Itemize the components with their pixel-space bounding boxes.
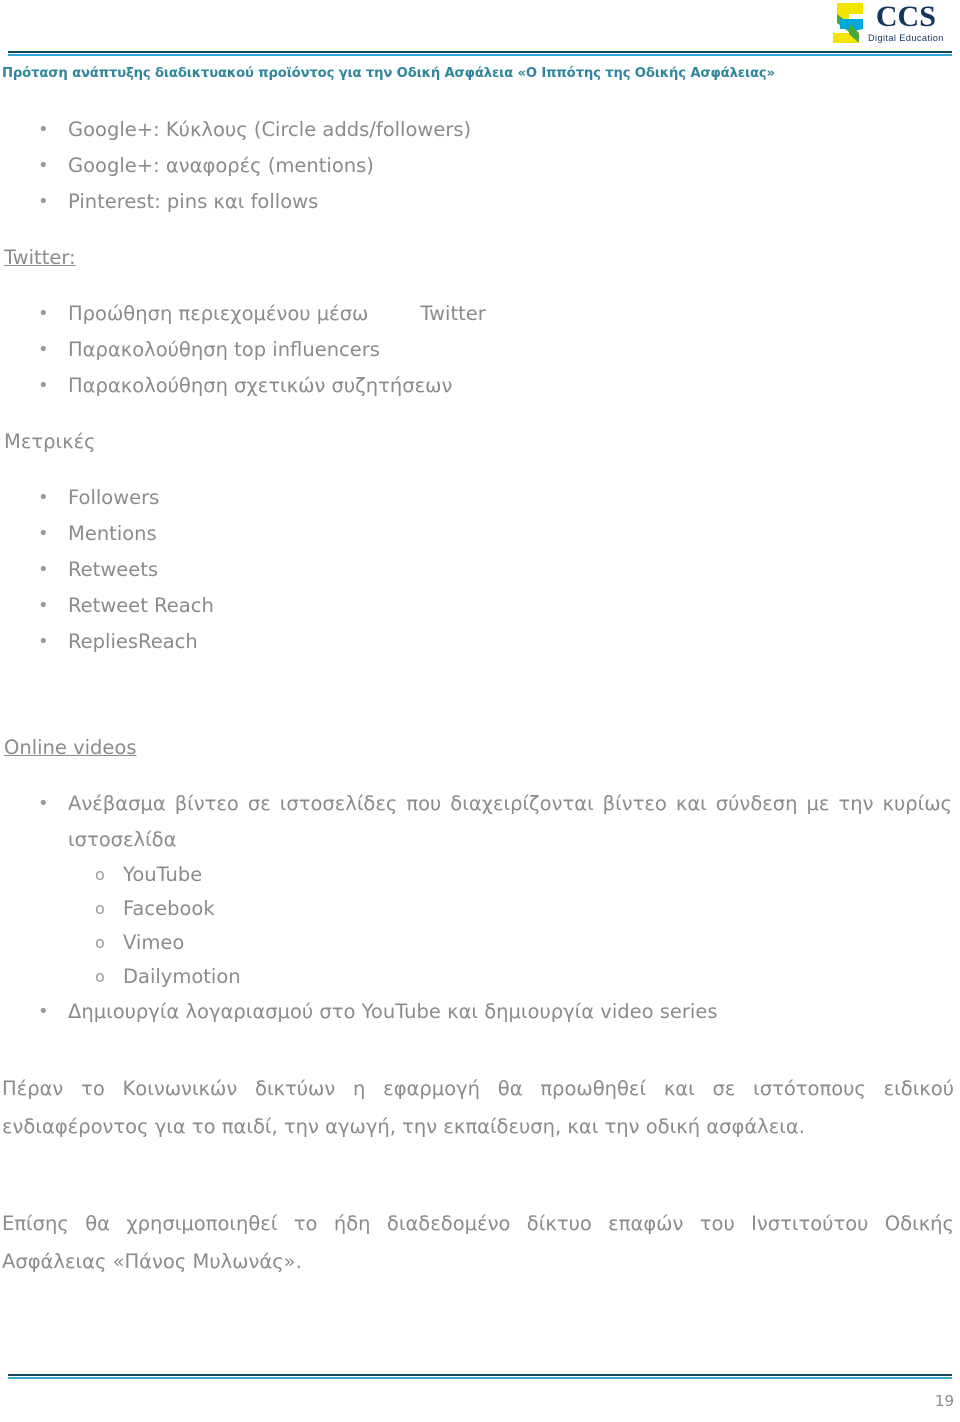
list-item: Vimeo [0,926,960,960]
metrics-heading-wrap: Μετρικές [0,424,960,460]
footer-divider-light [8,1377,952,1379]
list-item: Google+: αναφορές (mentions) [0,148,960,184]
ccs-logo-mark-icon [832,1,864,45]
paragraph-promotion: Πέραν το Κοινωνικών δικτύων η εφαρμογή θ… [2,1076,954,1138]
videos-heading-wrap: Online videos [0,730,960,766]
list-item: Mentions [0,516,960,552]
social-metrics-list: Google+: Κύκλους (Circle adds/followers)… [0,112,960,220]
list-item-text-tail: Twitter [420,302,486,325]
list-item: RepliesReach [0,624,960,660]
section-heading-metrics: Μετρικές [4,430,96,453]
twitter-heading-wrap: Twitter: [0,240,960,276]
ccs-logo-title: CCS [875,0,936,33]
page-header: CCS Digital Education Πρόταση ανάπτυξης … [0,0,960,95]
list-item: Ανέβασμα βίντεο σε ιστοσελίδες που διαχε… [0,786,960,858]
paragraph-contacts-network: Επίσης θα χρησιμοποιηθεί το ήδη διαδεδομ… [2,1211,954,1273]
list-item: Retweets [0,552,960,588]
header-divider [8,51,952,56]
document-body: Google+: Κύκλους (Circle adds/followers)… [0,112,960,1300]
video-platforms-list: YouTube Facebook Vimeo Dailymotion [0,858,960,994]
list-item: Dailymotion [0,960,960,994]
page-number: 19 [934,1392,954,1410]
footer-divider [8,1374,952,1379]
list-item: Facebook [0,892,960,926]
list-item: Followers [0,480,960,516]
document-page: CCS Digital Education Πρόταση ανάπτυξης … [0,0,960,1422]
ccs-logo: CCS Digital Education [832,1,956,47]
ccs-logo-text: CCS Digital Education [868,1,944,43]
list-item: Google+: Κύκλους (Circle adds/followers) [0,112,960,148]
header-divider-dark [8,51,952,53]
twitter-metrics-list: Followers Mentions Retweets Retweet Reac… [0,480,960,660]
list-item: Παρακολούθηση top influencers [0,332,960,368]
list-item: Προώθηση περιεχομένου μέσω Twitter [0,296,960,332]
footer-divider-dark [8,1374,952,1376]
list-item: Παρακολούθηση σχετικών συζητήσεων [0,368,960,404]
list-item: Δημιουργία λογαριασμού στο YouTube και δ… [0,994,960,1030]
section-heading-twitter: Twitter: [4,246,76,269]
ccs-logo-tagline: Digital Education [868,33,944,43]
youtube-account-list: Δημιουργία λογαριασμού στο YouTube και δ… [0,994,960,1030]
header-divider-light [8,54,952,56]
twitter-actions-list: Προώθηση περιεχομένου μέσω Twitter Παρακο… [0,296,960,404]
document-running-title: Πρόταση ανάπτυξης διαδικτυακού προϊόντος… [2,66,775,81]
section-heading-online-videos: Online videos [4,736,137,759]
list-item: Pinterest: pins και follows [0,184,960,220]
list-item-line: Ανέβασμα βίντεο σε ιστοσελίδες που διαχε… [68,792,952,815]
online-videos-list: Ανέβασμα βίντεο σε ιστοσελίδες που διαχε… [0,786,960,858]
list-item-text: Προώθηση περιεχομένου μέσω [68,302,369,325]
list-item: YouTube [0,858,960,892]
list-item-line: ιστοσελίδα [68,828,177,851]
list-item: Retweet Reach [0,588,960,624]
